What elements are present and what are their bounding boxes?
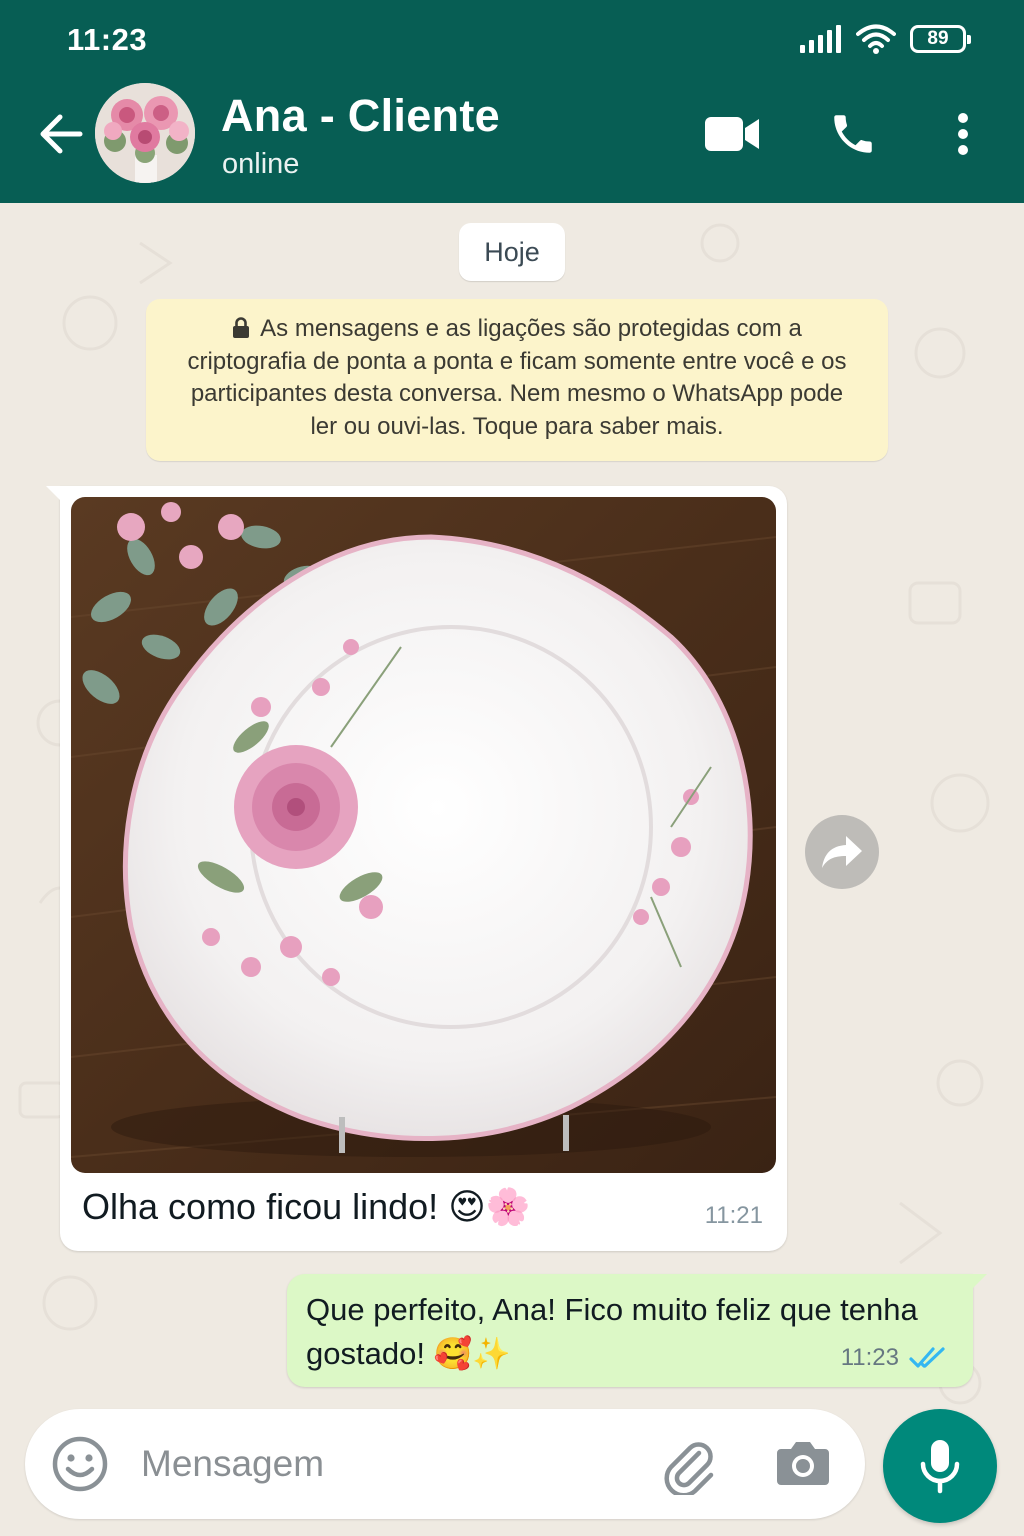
- video-call-icon: [705, 117, 759, 151]
- wifi-icon: [856, 24, 896, 54]
- status-icons: 89: [800, 22, 971, 56]
- incoming-message-bubble[interactable]: Olha como ficou lindo! 😍🌸 11:21: [46, 486, 787, 1251]
- paperclip-icon: [664, 1442, 714, 1498]
- more-vert-icon: [958, 113, 968, 155]
- chat-header: 11:23 89 Ana - Cliente online: [0, 0, 1024, 203]
- attach-button[interactable]: [659, 1435, 719, 1498]
- outgoing-message-meta: 11:23: [841, 1344, 951, 1372]
- date-chip: Hoje: [459, 223, 565, 281]
- voice-message-button[interactable]: [883, 1409, 997, 1523]
- encryption-notice[interactable]: As mensagens e as ligações são protegida…: [146, 299, 888, 461]
- message-input[interactable]: [141, 1437, 641, 1491]
- voice-call-button[interactable]: [824, 106, 882, 162]
- outgoing-message-time: 11:23: [840, 1344, 899, 1371]
- contact-status: online: [222, 148, 300, 180]
- signal-icon: [800, 25, 841, 53]
- incoming-message-text: Olha como ficou lindo! 😍🌸: [82, 1186, 531, 1227]
- video-call-button[interactable]: [700, 106, 764, 162]
- battery-icon: 89: [910, 25, 971, 53]
- outgoing-message-bubble[interactable]: Que perfeito, Ana! Fico muito feliz que …: [287, 1274, 987, 1387]
- forward-button[interactable]: [805, 815, 879, 889]
- back-arrow-icon: [40, 114, 83, 154]
- double-check-read-icon: [909, 1347, 945, 1368]
- back-button[interactable]: [34, 106, 90, 162]
- microphone-icon: [920, 1440, 960, 1494]
- lock-icon: [233, 317, 250, 338]
- status-bar: 11:23 89: [0, 0, 1024, 76]
- contact-avatar[interactable]: [95, 83, 195, 183]
- rose-bouquet-avatar-image: [95, 83, 195, 183]
- floral-plate-photo: [71, 497, 776, 1173]
- encryption-notice-text: As mensagens e as ligações são protegida…: [187, 315, 847, 440]
- camera-icon: [777, 1442, 829, 1485]
- chat-area[interactable]: Hoje As mensagens e as ligações são prot…: [0, 203, 1024, 1536]
- message-composer: [25, 1409, 865, 1519]
- camera-button[interactable]: [775, 1437, 835, 1493]
- battery-level: 89: [927, 28, 949, 49]
- incoming-message-time: 11:21: [704, 1202, 763, 1229]
- emoji-button[interactable]: [51, 1435, 109, 1493]
- message-photo[interactable]: [71, 497, 776, 1173]
- contact-name[interactable]: Ana - Cliente: [221, 90, 500, 142]
- forward-icon: [822, 836, 862, 868]
- emoji-icon: [52, 1436, 108, 1492]
- outgoing-message-text: Que perfeito, Ana! Fico muito feliz que …: [306, 1292, 918, 1371]
- status-time: 11:23: [67, 22, 148, 57]
- more-options-button[interactable]: [940, 106, 986, 162]
- phone-icon: [834, 115, 872, 153]
